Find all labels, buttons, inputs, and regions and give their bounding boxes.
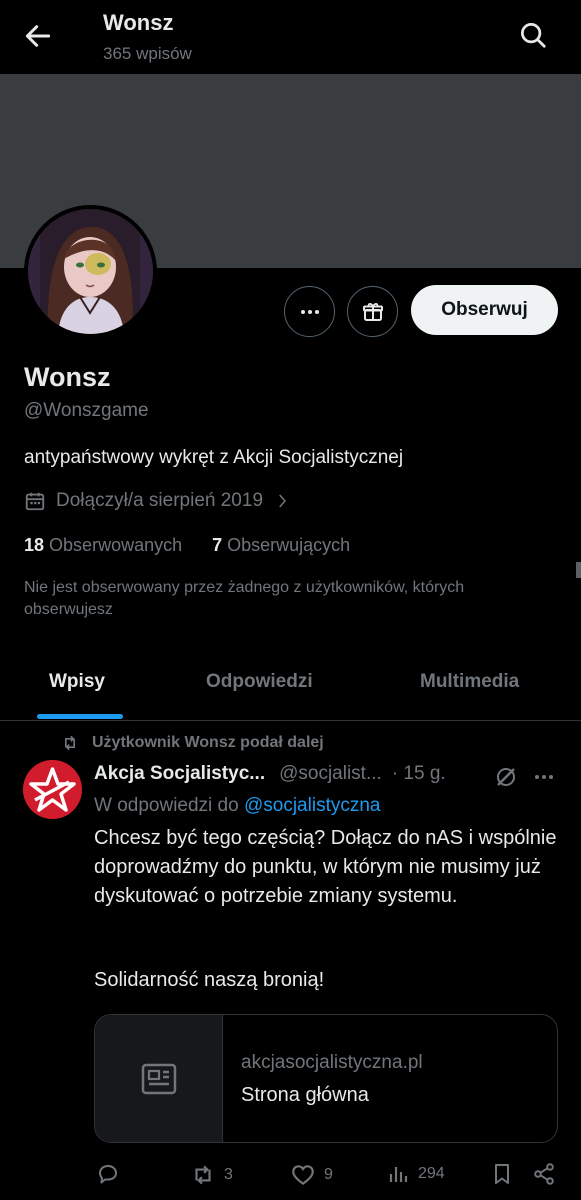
grok-icon[interactable] [494,765,518,789]
followers-count: 7 [212,535,223,555]
tab-posts[interactable]: Wpisy [49,671,105,693]
calendar-icon [25,492,45,511]
repost-icon [65,735,75,751]
followers-link[interactable]: 7 Obserwujących [212,535,350,556]
profile-name: Wonsz [24,362,111,392]
bookmark-icon [495,1164,509,1184]
profile-avatar[interactable] [24,205,157,338]
more-dots-icon [300,309,319,314]
profile-handle: @Wonszgame [24,400,149,421]
heart-icon [292,1165,314,1186]
link-card[interactable]: akcjasocjalistyczna.pl Strona główna [94,1014,558,1143]
post-text: Chcesz być tego częścią? Dołącz do nAS i… [94,827,557,907]
like-button[interactable]: 9 [290,1162,333,1188]
share-icon [534,1163,554,1185]
top-bar: Wonsz 365 wpisów [0,0,581,74]
avatar-illustration [28,209,153,334]
reply-icon [99,1165,117,1184]
following-count: 18 [24,535,45,555]
follow-button[interactable]: Obserwuj [411,285,558,335]
follow-stats: 18 Obserwowanych 7 Obserwujących [24,535,350,556]
repost-text: Użytkownik Wonsz podał dalej [92,734,324,751]
search-icon[interactable] [518,20,548,50]
following-label: Obserwowanych [49,535,183,555]
red-star-logo-icon [23,760,82,819]
gift-button[interactable] [347,286,398,337]
share-button[interactable] [532,1162,556,1186]
chevron-right-icon [279,494,287,508]
post-author-avatar[interactable] [23,760,82,819]
header-post-count: 365 wpisów [103,44,192,63]
post-text-second: Solidarność naszą bronią! [94,969,325,991]
reply-to-line: W odpowiedzi do @socjalistyczna [94,795,380,817]
joined-date-link[interactable]: Dołączył/a sierpień 2019 [24,490,291,512]
post-time[interactable]: · 15 g. [392,763,446,785]
following-link[interactable]: 18 Obserwowanych [24,535,182,556]
header-title: Wonsz [103,10,174,35]
link-card-domain: akcjasocjalistyczna.pl [241,1052,423,1073]
scrollbar-thumb[interactable] [576,562,581,578]
profile-tabs: Wpisy Odpowiedzi Multimedia [0,655,581,721]
post-actions: 3 9 294 [0,1160,581,1190]
active-tab-indicator [37,714,123,719]
repost-indicator: Użytkownik Wonsz podał dalej [60,733,324,753]
reply-button[interactable] [96,1162,120,1186]
post-more-icon[interactable] [532,765,556,789]
followers-label: Obserwujących [227,535,351,555]
retweet-icon [195,1165,211,1185]
post-author-handle[interactable]: @socjalist... [279,763,382,785]
reply-prefix: W odpowiedzi do [94,795,239,816]
views-chart-icon [389,1167,408,1182]
post-header: Akcja Socjalistyc... @socjalist... · 15 … [94,763,446,785]
retweet-count: 3 [224,1166,233,1183]
retweet-button[interactable]: 3 [190,1162,233,1188]
back-arrow-icon[interactable] [22,20,54,52]
views-count: 294 [418,1165,445,1182]
like-count: 9 [324,1166,333,1183]
article-icon [141,1063,176,1094]
link-card-thumbnail [95,1015,223,1142]
tab-replies[interactable]: Odpowiedzi [206,671,313,693]
more-options-button[interactable] [284,286,335,337]
tab-media[interactable]: Multimedia [420,671,519,693]
joined-date-text: Dołączył/a sierpień 2019 [56,490,264,511]
profile-bio: antypaństwowy wykręt z Akcji Socjalistyc… [24,447,404,468]
reply-handle-link[interactable]: @socjalistyczna [244,795,381,816]
gift-icon [362,302,383,321]
views-button[interactable]: 294 [386,1162,445,1186]
post-author-name[interactable]: Akcja Socjalistyc... [94,763,265,785]
link-card-title: Strona główna [241,1084,369,1106]
mutual-followers-note: Nie jest obserwowany przez żadnego z uży… [24,579,465,618]
bookmark-button[interactable] [490,1162,514,1186]
